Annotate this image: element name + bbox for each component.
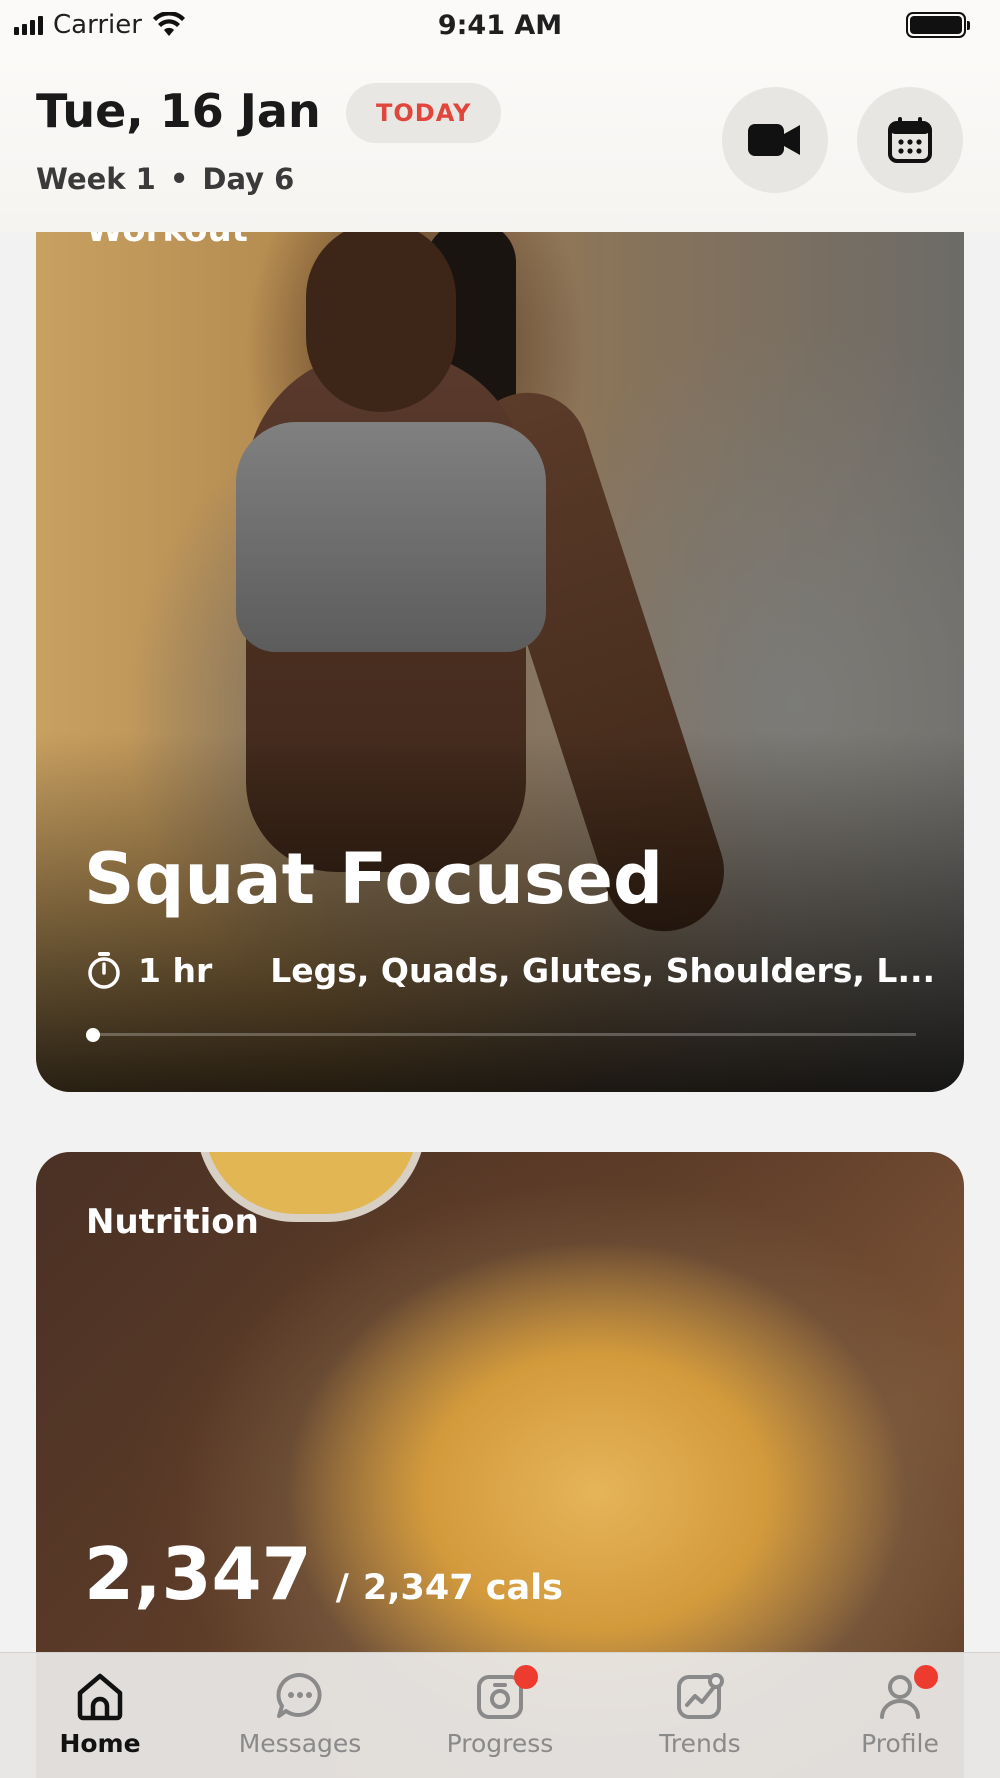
page-title: Tue, 16 Jan bbox=[36, 84, 321, 138]
calendar-icon bbox=[888, 117, 932, 163]
tab-progress[interactable]: Progress bbox=[400, 1653, 600, 1778]
today-button[interactable]: TODAY bbox=[346, 83, 502, 143]
muscle-groups: Legs, Quads, Glutes, Shoulders, L... bbox=[270, 950, 936, 990]
workout-meta: 1 hr Legs, Quads, Glutes, Shoulders, L..… bbox=[86, 950, 935, 990]
workout-progress-indicator bbox=[86, 1028, 100, 1042]
tab-profile-label: Profile bbox=[861, 1729, 939, 1758]
tab-messages[interactable]: Messages bbox=[200, 1653, 400, 1778]
video-call-button[interactable] bbox=[722, 87, 828, 193]
carrier-name: Carrier bbox=[53, 10, 142, 40]
tab-profile[interactable]: Profile bbox=[800, 1653, 1000, 1778]
wifi-icon bbox=[152, 12, 185, 36]
status-bar: Carrier 9:41 AM bbox=[0, 0, 1000, 50]
calories-separator: / bbox=[335, 1567, 349, 1608]
header: Tue, 16 Jan TODAY Week 1 • Day 6 bbox=[0, 50, 1000, 232]
signal-icon bbox=[14, 15, 43, 35]
battery-icon bbox=[906, 12, 970, 38]
workout-title: Squat Focused bbox=[84, 838, 664, 920]
workout-progress-track bbox=[86, 1033, 916, 1036]
chat-icon bbox=[276, 1672, 322, 1718]
status-left: Carrier bbox=[14, 10, 186, 40]
tab-messages-label: Messages bbox=[238, 1729, 362, 1758]
stopwatch-icon bbox=[88, 952, 120, 989]
progress-notification-badge bbox=[514, 1665, 538, 1689]
profile-notification-badge bbox=[914, 1665, 938, 1689]
home-icon bbox=[77, 1673, 123, 1721]
week-label: Week 1 bbox=[36, 162, 156, 196]
workout-card[interactable]: Workout Squat Focused 1 hr Legs, Quads, … bbox=[36, 232, 964, 1092]
separator-dot: • bbox=[169, 162, 189, 196]
tab-home[interactable]: Home bbox=[0, 1653, 200, 1778]
calories-summary: 2,347 / 2,347 cals bbox=[84, 1532, 563, 1616]
tab-home-label: Home bbox=[59, 1729, 141, 1758]
tab-trends-label: Trends bbox=[659, 1729, 741, 1758]
tab-bar: Home Messages Progress Trends Profile bbox=[0, 1652, 1000, 1778]
calories-target: 2,347 cals bbox=[362, 1568, 563, 1608]
calendar-button[interactable] bbox=[857, 87, 963, 193]
nutrition-label: Nutrition bbox=[86, 1202, 259, 1242]
workout-photo-head bbox=[306, 232, 456, 412]
week-day-subtitle: Week 1 • Day 6 bbox=[36, 162, 294, 196]
trend-chart-icon bbox=[677, 1673, 724, 1719]
workout-duration: 1 hr bbox=[86, 950, 212, 990]
workout-photo-top bbox=[236, 422, 546, 652]
tab-trends[interactable]: Trends bbox=[600, 1653, 800, 1778]
workout-label: Workout bbox=[86, 232, 248, 250]
duration-label: 1 hr bbox=[138, 950, 213, 990]
tab-progress-label: Progress bbox=[446, 1729, 554, 1758]
video-camera-icon bbox=[748, 124, 800, 156]
calories-consumed: 2,347 bbox=[84, 1532, 312, 1616]
day-label: Day 6 bbox=[202, 162, 295, 196]
